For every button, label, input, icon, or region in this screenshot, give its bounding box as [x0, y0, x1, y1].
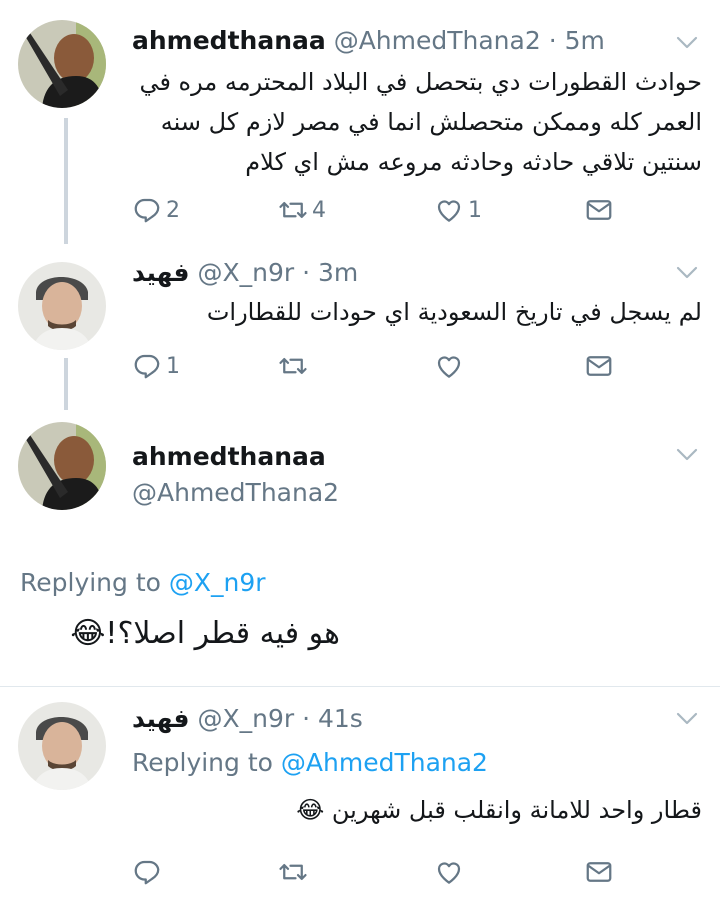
tweet-text: حوادث القطورات دي بتحصل في البلاد المحتر… [139, 68, 702, 176]
tweet-header: فهيد @X_n9r · 41s [132, 704, 363, 733]
tweet-text: هو فيه قطر اصلا؟!😂 [70, 616, 340, 651]
tweet-4[interactable]: فهيد @X_n9r · 41s Replying to @AhmedThan… [0, 690, 720, 899]
like-icon [434, 195, 464, 225]
like-icon [434, 351, 464, 381]
reply-button[interactable]: 1 [132, 348, 180, 384]
user-handle[interactable]: @X_n9r [197, 258, 294, 287]
reply-icon [132, 195, 162, 225]
mention-link[interactable]: @AhmedThana2 [281, 748, 488, 777]
like-button[interactable] [434, 348, 464, 384]
avatar[interactable] [18, 422, 106, 510]
chevron-down-icon[interactable] [676, 448, 698, 462]
tweet-3[interactable]: ahmedthanaa @AhmedThana2 Replying to @X_… [0, 410, 720, 690]
reply-count: 2 [166, 197, 180, 223]
replying-to: Replying to @X_n9r [20, 568, 266, 597]
like-icon [434, 857, 464, 887]
retweet-button[interactable] [278, 854, 308, 890]
tweet-actions [132, 854, 622, 890]
timestamp[interactable]: 5m [565, 26, 605, 55]
message-icon [584, 351, 614, 381]
reply-button[interactable] [132, 854, 162, 890]
retweet-button[interactable] [278, 348, 308, 384]
chevron-down-icon[interactable] [676, 712, 698, 726]
timestamp[interactable]: 41s [318, 704, 363, 733]
like-button[interactable] [434, 854, 464, 890]
reply-count: 1 [166, 353, 180, 379]
message-button[interactable] [584, 854, 614, 890]
chevron-down-icon[interactable] [676, 36, 698, 50]
divider [0, 686, 720, 687]
reply-icon [132, 351, 162, 381]
avatar[interactable] [18, 20, 106, 108]
display-name[interactable]: فهيد [132, 258, 190, 287]
display-name[interactable]: ahmedthanaa [132, 26, 326, 55]
retweet-button[interactable]: 4 [278, 192, 326, 228]
user-handle[interactable]: @AhmedThana2 [132, 478, 339, 507]
user-handle[interactable]: @X_n9r [197, 704, 294, 733]
tweet-text: لم يسجل في تاريخ السعودية اي حودات للقطا… [206, 298, 702, 326]
reply-icon [132, 857, 162, 887]
tweet-2[interactable]: فهيد @X_n9r · 3m لم يسجل في تاريخ السعود… [0, 250, 720, 410]
thread-line [64, 118, 68, 244]
message-button[interactable] [584, 348, 614, 384]
thread-line [64, 358, 68, 410]
mention-link[interactable]: @X_n9r [169, 568, 266, 597]
user-handle[interactable]: @AhmedThana2 [334, 26, 541, 55]
tweet-1[interactable]: ahmedthanaa @AhmedThana2 · 5m حوادث القط… [0, 0, 720, 250]
replying-to: Replying to @AhmedThana2 [132, 748, 488, 777]
message-button[interactable] [584, 192, 614, 228]
tweet-text: قطار واحد للامانة وانقلب قبل شهرين 😂 [296, 796, 702, 824]
display-name[interactable]: فهيد [132, 704, 190, 733]
message-icon [584, 857, 614, 887]
timestamp[interactable]: 3m [318, 258, 358, 287]
tweet-header: فهيد @X_n9r · 3m [132, 258, 359, 287]
retweet-count: 4 [312, 197, 326, 223]
display-name[interactable]: ahmedthanaa [132, 442, 326, 471]
retweet-icon [278, 857, 308, 887]
reply-button[interactable]: 2 [132, 192, 180, 228]
tweet-actions: 2 4 1 [132, 192, 622, 228]
tweet-header: ahmedthanaa @AhmedThana2 · 5m [132, 26, 605, 55]
retweet-icon [278, 351, 308, 381]
retweet-icon [278, 195, 308, 225]
avatar[interactable] [18, 702, 106, 790]
like-button[interactable]: 1 [434, 192, 482, 228]
avatar[interactable] [18, 262, 106, 350]
like-count: 1 [468, 197, 482, 223]
tweet-actions: 1 [132, 348, 622, 384]
chevron-down-icon[interactable] [676, 266, 698, 280]
message-icon [584, 195, 614, 225]
